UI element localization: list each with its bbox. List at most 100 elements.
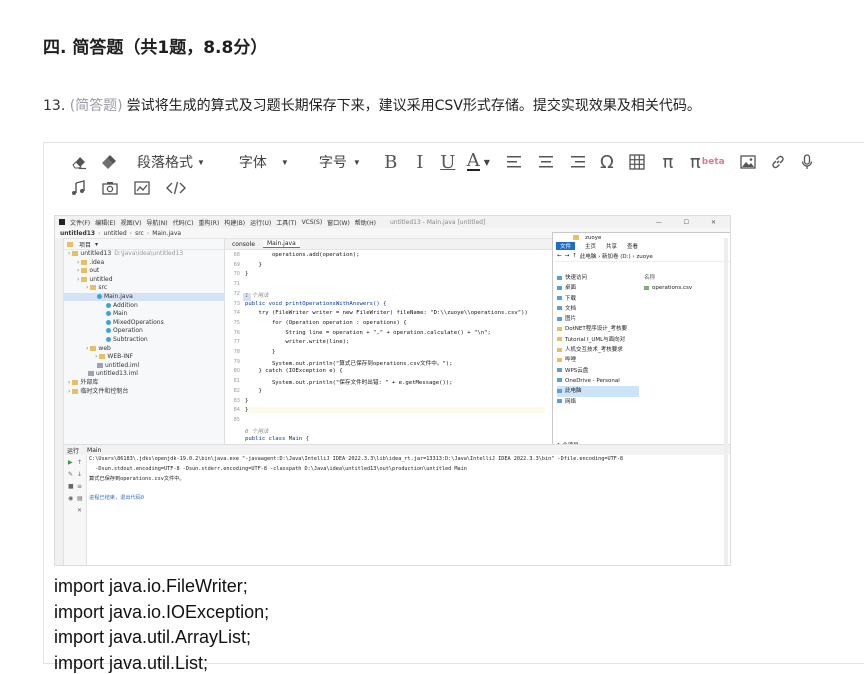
code-icon[interactable] <box>165 181 187 195</box>
image-icon[interactable] <box>739 155 757 169</box>
folder-icon <box>81 276 88 282</box>
chevron-down-icon: ▼ <box>280 157 289 167</box>
line-gutter: 68 69 70 71 72 73 74 75 76 77 78 79 80 81 82 83 84 85 <box>225 250 243 446</box>
bold-button[interactable]: B <box>383 152 399 173</box>
class-icon <box>106 302 111 308</box>
align-left-icon[interactable] <box>504 155 524 169</box>
location-icon <box>557 388 562 393</box>
question-type: (简答题) <box>69 98 123 114</box>
answer-code-line: import java.io.IOException; <box>54 601 270 622</box>
font-size-label: 字号 <box>318 154 347 170</box>
vertical-scrollbar <box>724 238 728 565</box>
tree-item-label: untitled13.iml <box>96 370 138 378</box>
tree-item-label: untitled <box>89 275 113 283</box>
link-icon[interactable] <box>769 154 787 170</box>
eraser-icon[interactable] <box>69 154 89 170</box>
table-icon[interactable] <box>628 154 646 170</box>
nav-item-label: DotNET程序设计_考核要 <box>565 326 627 333</box>
paragraph-format-dropdown[interactable]: 段落格式 ▼ <box>137 152 205 172</box>
up-arrow-icon: ↑ <box>572 252 577 259</box>
code-line: } <box>245 261 262 268</box>
nav-item-label: 此电脑 <box>565 388 582 395</box>
line-number: 69 <box>233 261 240 268</box>
font-dropdown[interactable]: 字体 ▼ <box>239 152 289 172</box>
project-panel: 项目 ▾ › untitled13 D:\Java\idea\untitled13 ›… <box>64 239 251 444</box>
question-number: 13. <box>43 98 66 114</box>
nav-item-label: WPS云盘 <box>565 367 589 374</box>
nav-item-label: Tutorial I_UML与面向对 <box>565 336 626 343</box>
breadcrumb-separator-icon: › <box>129 229 133 237</box>
nav-item: WPS云盘 <box>557 366 639 376</box>
run-panel-header: 运行 Main <box>64 444 730 455</box>
tree-item-label: MixedOperations <box>113 318 164 326</box>
line-number: 75 <box>233 319 240 326</box>
class-icon <box>106 328 111 334</box>
font-size-dropdown[interactable]: 字号 ▼ <box>319 152 361 172</box>
breadcrumb-separator-icon: › <box>146 229 150 237</box>
code-line: System.out.println("保存文件时出错: " + e.getMe… <box>245 380 453 387</box>
music-icon[interactable] <box>69 180 87 196</box>
tree-item: Main.java <box>64 293 251 301</box>
ide-menu-item: 帮助(H) <box>354 219 376 227</box>
omega-button[interactable]: Ω <box>598 152 616 173</box>
console-line: 算式已保存到operations.csv文件中。 <box>89 476 185 482</box>
tree-item: › .idea <box>64 259 233 267</box>
run-tab: 运行 <box>67 447 80 455</box>
tree-item: › web <box>64 345 242 353</box>
code-line: System.out.println("算式已保存到operations.csv… <box>245 360 453 367</box>
console-line: C:\Users\86183\.jdks\openjdk-19.0.2\bin\… <box>89 456 624 462</box>
line-number: 80 <box>233 368 240 375</box>
folder-icon <box>81 268 88 274</box>
line-number: 70 <box>233 271 240 278</box>
chevron-right-icon: › <box>77 267 80 275</box>
code-line: public void printOperationsWithAnswers()… <box>245 300 387 307</box>
ide-menu-bar: 文件(F) 编辑(E) 视图(V) 导航(N) 代码(C) 重构(R) 构建(B) 运行(U)… <box>55 216 730 228</box>
chart-icon[interactable] <box>133 181 151 195</box>
explorer-nav-pane: 快速访问 桌面 下载 文档 图片 DotNET程序设计_考核要 Tutorial I_UML… <box>557 273 639 407</box>
camera-icon[interactable] <box>101 181 119 195</box>
question-header: 13. (简答题) 尝试将生成的算式及习题长期保存下来，建议采用CSV形式存储。提… <box>43 95 701 115</box>
underline-button[interactable]: U <box>440 152 455 173</box>
project-label: 项目 <box>79 241 92 249</box>
ide-logo-icon <box>59 219 65 225</box>
font-color-button[interactable]: A ▼ <box>466 152 490 171</box>
align-center-icon[interactable] <box>536 155 556 169</box>
ribbon-tab: 文件 <box>556 242 576 250</box>
location-icon <box>557 316 562 321</box>
code-line: for (Operation operation : operations) { <box>245 319 407 326</box>
chevron-right-icon: › <box>86 344 89 352</box>
nav-item-label: OneDrive - Personal <box>565 377 620 384</box>
pi-beta-button[interactable]: π beta <box>690 152 725 173</box>
line-number: 82 <box>233 387 240 394</box>
class-icon <box>106 319 111 325</box>
code-line: 1 个用法 <box>245 292 269 299</box>
line-number: 79 <box>233 358 240 365</box>
pi-button[interactable]: π <box>660 152 676 173</box>
nav-item: 网络 <box>557 397 639 407</box>
location-icon <box>557 378 562 383</box>
align-right-icon[interactable] <box>568 155 588 169</box>
code-line: } <box>245 397 249 404</box>
embedded-screenshot: 文件(F) 编辑(E) 视图(V) 导航(N) 代码(C) 重构(R) 构建(B) 运行(U)… <box>54 215 731 566</box>
chevron-down-icon: ▼ <box>197 157 205 167</box>
class-icon <box>106 337 111 342</box>
csv-file-icon <box>644 285 649 290</box>
answer-editor[interactable]: 段落格式 ▼ 字体 ▼ 字号 ▼ B I U A ▼ Ω π π beta 文件… <box>43 142 864 673</box>
line-number: 81 <box>233 378 240 385</box>
folder-icon <box>557 337 562 342</box>
microphone-icon[interactable] <box>799 154 815 170</box>
ribbon-tab: 主页 <box>585 244 597 250</box>
ide-menu-item: 编辑(E) <box>95 219 116 227</box>
explorer-address-bar: ← → ↑ 此电脑 › 新加卷 (D:) › zuoye <box>553 250 730 262</box>
code-line: String line = operation + "," + operatio… <box>245 329 491 336</box>
nav-item: 桌面 <box>557 283 639 293</box>
ide-menu-item: 文件(F) <box>70 219 91 227</box>
italic-button[interactable]: I <box>413 152 427 173</box>
tree-item-label: .idea <box>89 258 105 266</box>
nav-item-label: 哔哩 <box>565 357 577 364</box>
format-painter-icon[interactable] <box>99 154 119 170</box>
chevron-down-icon: ▼ <box>352 157 361 167</box>
ide-menu-item: 重构(R) <box>198 219 220 227</box>
stop-icon: ■ <box>68 483 74 490</box>
tree-item-label: untitled13 <box>80 250 112 257</box>
